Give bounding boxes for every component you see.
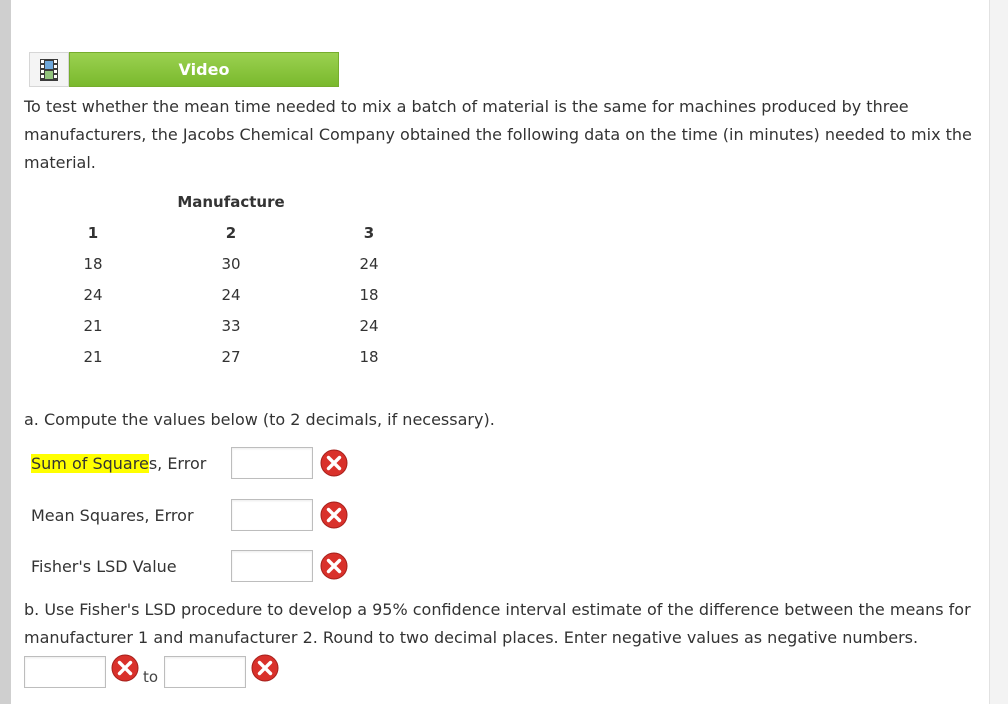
table-cell: 24 bbox=[83, 285, 103, 304]
table-cell: 21 bbox=[83, 347, 103, 366]
table-cell: 30 bbox=[221, 254, 241, 273]
incorrect-x-icon bbox=[320, 552, 348, 580]
table-cell: 24 bbox=[359, 316, 379, 335]
lsd-input[interactable] bbox=[231, 550, 313, 582]
column-header-2: 2 bbox=[225, 223, 237, 242]
table-cell: 18 bbox=[359, 285, 379, 304]
data-table: Manufacture 1 2 3 18 30 24 24 24 18 21 3… bbox=[24, 186, 438, 372]
incorrect-x-icon bbox=[320, 501, 348, 529]
column-header-3: 3 bbox=[363, 223, 375, 242]
right-scroll-rail bbox=[989, 0, 1008, 704]
table-row: 24 24 18 bbox=[24, 279, 438, 310]
lsd-row: Fisher's LSD Value bbox=[31, 550, 348, 582]
lsd-label: Fisher's LSD Value bbox=[31, 556, 177, 576]
table-group-header: Manufacture bbox=[177, 192, 285, 211]
sse-label-rest: s, Error bbox=[148, 453, 207, 473]
incorrect-x-icon bbox=[111, 654, 139, 682]
table-row: 18 30 24 bbox=[24, 248, 438, 279]
video-bar[interactable]: Video bbox=[29, 52, 339, 87]
video-button[interactable]: Video bbox=[69, 52, 339, 87]
mse-label: Mean Squares, Error bbox=[31, 505, 194, 525]
sse-label: Sum of Squares, Error bbox=[31, 453, 231, 473]
table-cell: 18 bbox=[359, 347, 379, 366]
mse-input[interactable] bbox=[231, 499, 313, 531]
confidence-interval-row: to bbox=[24, 654, 279, 689]
incorrect-x-icon bbox=[251, 654, 279, 682]
film-icon bbox=[40, 58, 58, 81]
table-cell: 24 bbox=[221, 285, 241, 304]
part-b-prompt: b. Use Fisher's LSD procedure to develop… bbox=[24, 600, 971, 647]
part-a-prompt: a. Compute the values below (to 2 decima… bbox=[24, 410, 495, 429]
sse-label-highlight: Sum of Square bbox=[31, 453, 149, 473]
table-row: 21 33 24 bbox=[24, 310, 438, 341]
sse-row: Sum of Squares, Error bbox=[31, 447, 348, 479]
sse-input[interactable] bbox=[231, 447, 313, 479]
mse-row: Mean Squares, Error bbox=[31, 499, 348, 531]
table-cell: 27 bbox=[221, 347, 241, 366]
video-icon-box bbox=[29, 52, 69, 87]
incorrect-x-icon bbox=[320, 449, 348, 477]
interval-lower-input[interactable] bbox=[24, 656, 106, 688]
to-label: to bbox=[143, 668, 159, 686]
problem-intro: To test whether the mean time needed to … bbox=[24, 97, 972, 172]
video-label: Video bbox=[178, 60, 230, 79]
table-cell: 21 bbox=[83, 316, 103, 335]
interval-upper-input[interactable] bbox=[164, 656, 247, 688]
table-cell: 33 bbox=[221, 316, 241, 335]
table-cell: 24 bbox=[359, 254, 379, 273]
table-row: 21 27 18 bbox=[24, 341, 438, 372]
column-header-1: 1 bbox=[87, 223, 99, 242]
left-scroll-rail bbox=[0, 0, 11, 704]
table-cell: 18 bbox=[83, 254, 103, 273]
